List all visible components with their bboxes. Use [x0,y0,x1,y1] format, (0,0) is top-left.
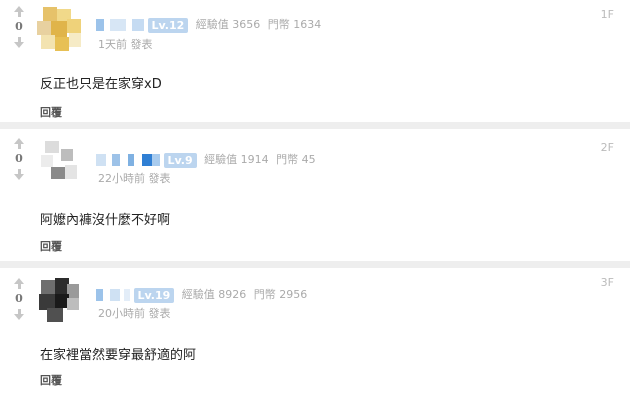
vote-score: 0 [15,20,23,33]
coin-label: 門幣 [276,153,299,166]
username-redacted[interactable] [96,154,160,166]
arrow-down-icon[interactable] [10,309,28,320]
exp-value: 8926 [218,288,247,301]
reply-button[interactable]: 回覆 [40,372,62,388]
username-redacted[interactable] [96,19,144,31]
exp-label: 經驗值 [204,153,238,166]
comment-2: 0 Lv.9 經驗值 1914 門幣 45 22小時前 發表 2F 阿嬤內褲沒什… [0,129,630,261]
arrow-down-icon[interactable] [10,37,28,48]
level-badge: Lv.9 [163,152,197,168]
comment-text: 反正也只是在家穿xD [40,77,162,92]
coin-label: 門幣 [253,288,276,301]
floor-number: 3F [600,276,614,289]
comment-meta: Lv.19 經驗值 8926 門幣 2956 [96,286,307,303]
comment-3: 0 Lv.19 經驗值 8926 門幣 2956 20小時前 發表 3F 在家裡… [0,268,630,400]
comment-text: 在家裡當然要穿最舒適的阿 [40,348,197,363]
separator [0,261,630,268]
post-time: 1天前 發表 [98,38,153,51]
avatar[interactable] [37,278,81,322]
floor-number: 2F [600,141,614,154]
post-time: 22小時前 發表 [98,172,171,185]
username-redacted[interactable] [96,289,130,301]
coin-value: 2956 [279,288,308,301]
coin-label: 門幣 [267,18,290,31]
exp-value: 3656 [232,18,261,31]
arrow-up-icon[interactable] [10,138,28,149]
vote-score: 0 [15,152,23,165]
arrow-down-icon[interactable] [10,169,28,180]
arrow-up-icon[interactable] [10,6,28,17]
post-time: 20小時前 發表 [98,307,171,320]
vote-box: 0 [10,6,28,48]
coin-value: 45 [301,153,316,166]
exp-label: 經驗值 [181,288,215,301]
avatar[interactable] [37,7,81,51]
exp-value: 1914 [240,153,269,166]
comment-1: 0 Lv.12 經驗值 3656 門幣 1634 1天前 發表 1F 反正也只是… [0,0,630,122]
separator [0,122,630,129]
level-badge: Lv.19 [133,287,175,303]
exp-label: 經驗值 [195,18,229,31]
vote-box: 0 [10,138,28,180]
arrow-up-icon[interactable] [10,278,28,289]
level-badge: Lv.12 [147,17,189,33]
comment-text: 阿嬤內褲沒什麼不好啊 [40,213,171,228]
vote-score: 0 [15,292,23,305]
vote-box: 0 [10,278,28,320]
floor-number: 1F [600,8,614,21]
comment-meta: Lv.9 經驗值 1914 門幣 45 [96,151,316,168]
comment-meta: Lv.12 經驗值 3656 門幣 1634 [96,16,321,33]
coin-value: 1634 [293,18,322,31]
reply-button[interactable]: 回覆 [40,104,62,120]
avatar[interactable] [37,139,81,183]
reply-button[interactable]: 回覆 [40,238,62,254]
